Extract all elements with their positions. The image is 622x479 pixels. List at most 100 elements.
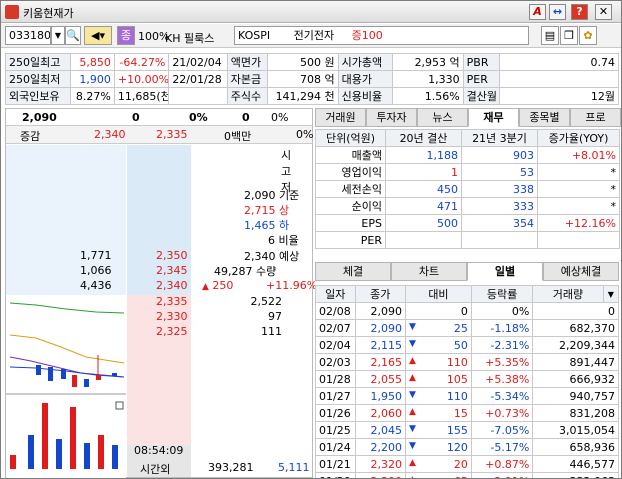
- tab-2[interactable]: 일별: [467, 262, 543, 281]
- bid-volume: 111: [261, 325, 282, 338]
- label-open: 시: [281, 149, 292, 162]
- info-label[interactable]: 250일최저: [5, 70, 71, 88]
- tab-5[interactable]: 프로: [570, 108, 621, 127]
- stock-code-input[interactable]: 033180: [5, 26, 51, 45]
- daily-change-value: 110: [446, 389, 468, 403]
- tab-3[interactable]: 예상체결: [543, 262, 619, 281]
- fin-value: +12.16%: [537, 214, 620, 232]
- daily-change-value: 155: [446, 423, 468, 437]
- tab-0[interactable]: 체결: [315, 262, 391, 281]
- tab-4[interactable]: 종목별: [519, 108, 570, 127]
- font-icon[interactable]: A: [529, 4, 546, 20]
- info-label[interactable]: PER: [462, 70, 500, 88]
- memo-icon[interactable]: ▤: [541, 26, 559, 45]
- tab-1[interactable]: 투자자: [366, 108, 417, 127]
- daily-date: 02/07: [315, 319, 356, 337]
- daily-row[interactable]: 01/27 1,950 ▼ 110 -5.34% 940,757: [315, 387, 619, 405]
- ask-price[interactable]: 2,350: [156, 249, 188, 262]
- speaker-icon[interactable]: ◀▾: [84, 26, 112, 45]
- daily-row[interactable]: 02/04 2,115 ▼ 50 -2.31% 2,209,344: [315, 336, 619, 354]
- after-hours-label: 시간외: [140, 463, 171, 476]
- link-icon[interactable]: ↔: [549, 4, 566, 20]
- info-table: 250일최고 5,850 -64.27% 21/02/04 액면가 500 원 시가총액 2,…: [5, 53, 620, 105]
- daily-row[interactable]: 01/25 2,045 ▼ 155 -7.05% 3,015,054: [315, 421, 619, 439]
- info-label[interactable]: 주식수: [226, 87, 269, 105]
- industry-label: 전기전자: [293, 29, 335, 42]
- daily-volume: 446,577: [532, 455, 619, 473]
- change-value: 0: [132, 111, 140, 124]
- daily-row[interactable]: 01/21 2,320 ▲ 20 +0.87% 446,577: [315, 455, 619, 473]
- daily-row[interactable]: 01/24 2,200 ▼ 120 -5.17% 658,936: [315, 438, 619, 456]
- info-label[interactable]: 대용가: [337, 70, 394, 88]
- ask-price[interactable]: 2,340: [156, 279, 188, 292]
- expected-change-value: 250: [212, 279, 234, 292]
- down-triangle-icon: ▼: [409, 338, 416, 349]
- info-label[interactable]: PBR: [462, 53, 500, 71]
- info-label[interactable]: 외국인보유: [5, 87, 71, 105]
- chevron-down-icon[interactable]: ▼: [602, 285, 620, 303]
- volume-bar: [112, 445, 118, 469]
- daily-row[interactable]: 02/07 2,090 ▼ 25 -1.18% 682,370: [315, 319, 619, 337]
- ask-volume: 4,436: [80, 279, 112, 292]
- up-triangle-icon: ▲: [409, 372, 416, 383]
- category-icon[interactable]: 종: [117, 26, 135, 45]
- info-value: 12월: [498, 87, 620, 105]
- daily-row[interactable]: 02/08 2,090 0 0% 0: [315, 302, 619, 320]
- daily-rate: -5.17%: [470, 438, 534, 456]
- bid-price[interactable]: 2,330: [156, 310, 188, 323]
- volume-bar: [70, 407, 76, 469]
- quote-time: 08:54:09: [134, 444, 184, 457]
- daily-header-cell[interactable]: 일자: [315, 285, 356, 303]
- info-label[interactable]: 신용비율: [337, 87, 394, 105]
- bid-price[interactable]: 2,335: [156, 295, 188, 308]
- info-label[interactable]: 250일최고: [5, 53, 71, 71]
- daily-row[interactable]: 01/202,300▲ 65+2.91%332,063: [315, 472, 619, 478]
- copy-icon[interactable]: ❐: [560, 26, 578, 45]
- info-row: 외국인보유8.27%11,685(천) 주식수141,294 천신용비율1.56%…: [5, 87, 620, 105]
- daily-close: 2,320: [354, 455, 407, 473]
- daily-rate: -1.18%: [470, 319, 534, 337]
- search-icon[interactable]: 🔍: [65, 26, 81, 45]
- base-price: 2,090 기준: [244, 189, 300, 202]
- info-value: 22/01/28: [168, 70, 228, 88]
- daily-row[interactable]: 01/26 2,060 ▲ 15 +0.73% 831,208: [315, 404, 619, 422]
- fin-header-cell: 증가율(YOY): [537, 129, 620, 147]
- tab-2[interactable]: 뉴스: [417, 108, 468, 127]
- ask-price[interactable]: 2,345: [156, 264, 188, 277]
- bid-price[interactable]: 2,325: [156, 325, 188, 338]
- help-icon[interactable]: ?: [571, 4, 588, 20]
- tab-0[interactable]: 거래원: [315, 108, 366, 127]
- daily-close: 1,950: [354, 387, 407, 405]
- daily-header-cell[interactable]: 종가: [354, 285, 407, 303]
- daily-header-cell[interactable]: 등락률: [470, 285, 534, 303]
- daily-header-cell[interactable]: 대비: [405, 285, 472, 303]
- info-label[interactable]: 결산월: [462, 87, 500, 105]
- daily-close: 2,090: [354, 302, 407, 320]
- info-label[interactable]: 시가총액: [337, 53, 394, 71]
- ask-volume: 1,771: [80, 249, 112, 262]
- header-value: 0백만: [224, 130, 252, 143]
- info-value: +10.00%: [113, 70, 170, 88]
- candle: [36, 365, 41, 375]
- info-value: [498, 70, 620, 88]
- fin-value: 1: [385, 163, 462, 181]
- info-label[interactable]: 액면가: [226, 53, 269, 71]
- close-icon[interactable]: ✕: [595, 4, 612, 20]
- daily-volume: 3,015,054: [532, 421, 619, 439]
- tab-3[interactable]: 재무: [468, 108, 519, 127]
- daily-row[interactable]: 02/03 2,165 ▲ 110 +5.35% 891,447: [315, 353, 619, 371]
- info-value: 1,330: [392, 70, 464, 88]
- close-icon[interactable]: [115, 401, 124, 410]
- daily-row[interactable]: 01/28 2,055 ▲ 105 +5.38% 666,932: [315, 370, 619, 388]
- down-triangle-icon: ▼: [409, 423, 416, 434]
- up-triangle-icon: ▲: [409, 457, 416, 468]
- daily-date: 01/21: [315, 455, 356, 473]
- info-value: 1.56%: [392, 87, 464, 105]
- info-label[interactable]: 자본금: [226, 70, 269, 88]
- tab-1[interactable]: 차트: [391, 262, 467, 281]
- daily-volume: 658,936: [532, 438, 619, 456]
- gear-icon[interactable]: ✿: [579, 26, 597, 45]
- daily-header-cell[interactable]: 거래량: [532, 285, 604, 303]
- chevron-down-icon[interactable]: ▼: [51, 26, 65, 45]
- daily-change: ▲ 65: [405, 472, 472, 478]
